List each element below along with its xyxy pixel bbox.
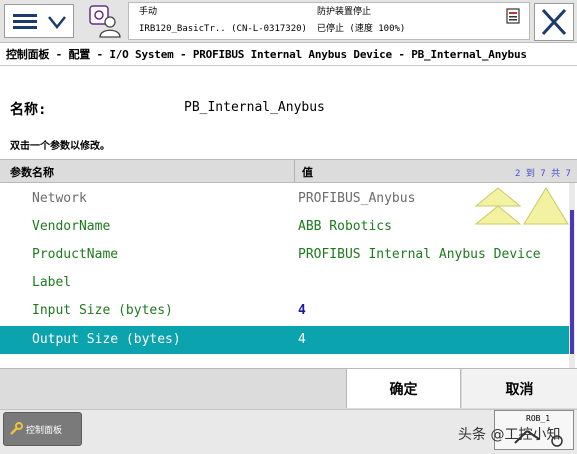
param-name: Network xyxy=(32,191,87,206)
param-value: 4 xyxy=(298,303,306,318)
cancel-button[interactable]: 取消 xyxy=(462,369,577,408)
instruction-text: 双击一个参数以修改。 xyxy=(10,141,110,152)
event-log-icon[interactable] xyxy=(505,8,521,24)
param-value: PROFIBUS_Anybus xyxy=(298,191,416,206)
column-header-parameter: 参数名称 xyxy=(10,166,54,179)
param-name: ProductName xyxy=(32,247,119,262)
menu-icon xyxy=(13,14,37,17)
breadcrumb: 控制面板 - 配置 - I/O System - PROFIBUS Intern… xyxy=(6,48,527,61)
param-name: VendorName xyxy=(32,219,111,234)
main-menu-button[interactable] xyxy=(4,4,74,38)
divider xyxy=(0,65,577,66)
system-name: IRB120_BasicTr.. (CN-L-0317320) xyxy=(139,24,307,34)
column-header-value: 值 xyxy=(302,166,313,179)
operation-mode: 手动 xyxy=(139,7,158,17)
table-row[interactable]: Label xyxy=(0,269,570,297)
ok-label: 确定 xyxy=(389,382,418,398)
cancel-label: 取消 xyxy=(505,382,534,398)
chevron-down-icon xyxy=(48,16,66,30)
param-name: Label xyxy=(32,275,72,290)
table-row-selected[interactable]: Output Size (bytes) 4 xyxy=(0,326,570,354)
watermark-text: 头条 @工控小知 xyxy=(458,427,561,443)
taskbar-label: 控制面板 xyxy=(26,426,63,436)
name-label: 名称: xyxy=(10,102,47,118)
param-value: 4 xyxy=(298,332,306,347)
table-row[interactable]: Input Size (bytes) 4 xyxy=(0,297,570,325)
table-row[interactable]: ProductName PROFIBUS Internal Anybus Dev… xyxy=(0,241,570,269)
table-header: 参数名称 值 2 到 7 共 7 xyxy=(0,159,577,183)
ok-button[interactable]: 确定 xyxy=(346,369,461,408)
param-value: ABB Robotics xyxy=(298,219,392,234)
scrollbar-thumb[interactable] xyxy=(570,210,574,354)
close-icon xyxy=(541,8,567,36)
controller-state: 防护装置停止 xyxy=(317,7,372,17)
param-name: Output Size (bytes) xyxy=(32,332,181,347)
speed-status: 已停止 (速度 100%) xyxy=(317,24,406,34)
param-value: PROFIBUS Internal Anybus Device xyxy=(298,247,541,262)
status-panel[interactable]: 手动 IRB120_BasicTr.. (CN-L-0317320) 防护装置停… xyxy=(128,2,530,40)
taskbar-control-panel[interactable]: 控制面板 xyxy=(3,412,82,446)
close-button[interactable] xyxy=(534,3,574,41)
operator-icon[interactable] xyxy=(86,4,122,38)
instance-name: PB_Internal_Anybus xyxy=(184,100,325,115)
mechanical-unit-label: ROB_1 xyxy=(526,414,551,423)
row-count: 2 到 7 共 7 xyxy=(515,169,571,179)
scroll-up-icon[interactable] xyxy=(474,186,572,228)
column-divider xyxy=(294,160,295,183)
wrench-icon xyxy=(10,422,23,435)
param-name: Input Size (bytes) xyxy=(32,303,173,318)
